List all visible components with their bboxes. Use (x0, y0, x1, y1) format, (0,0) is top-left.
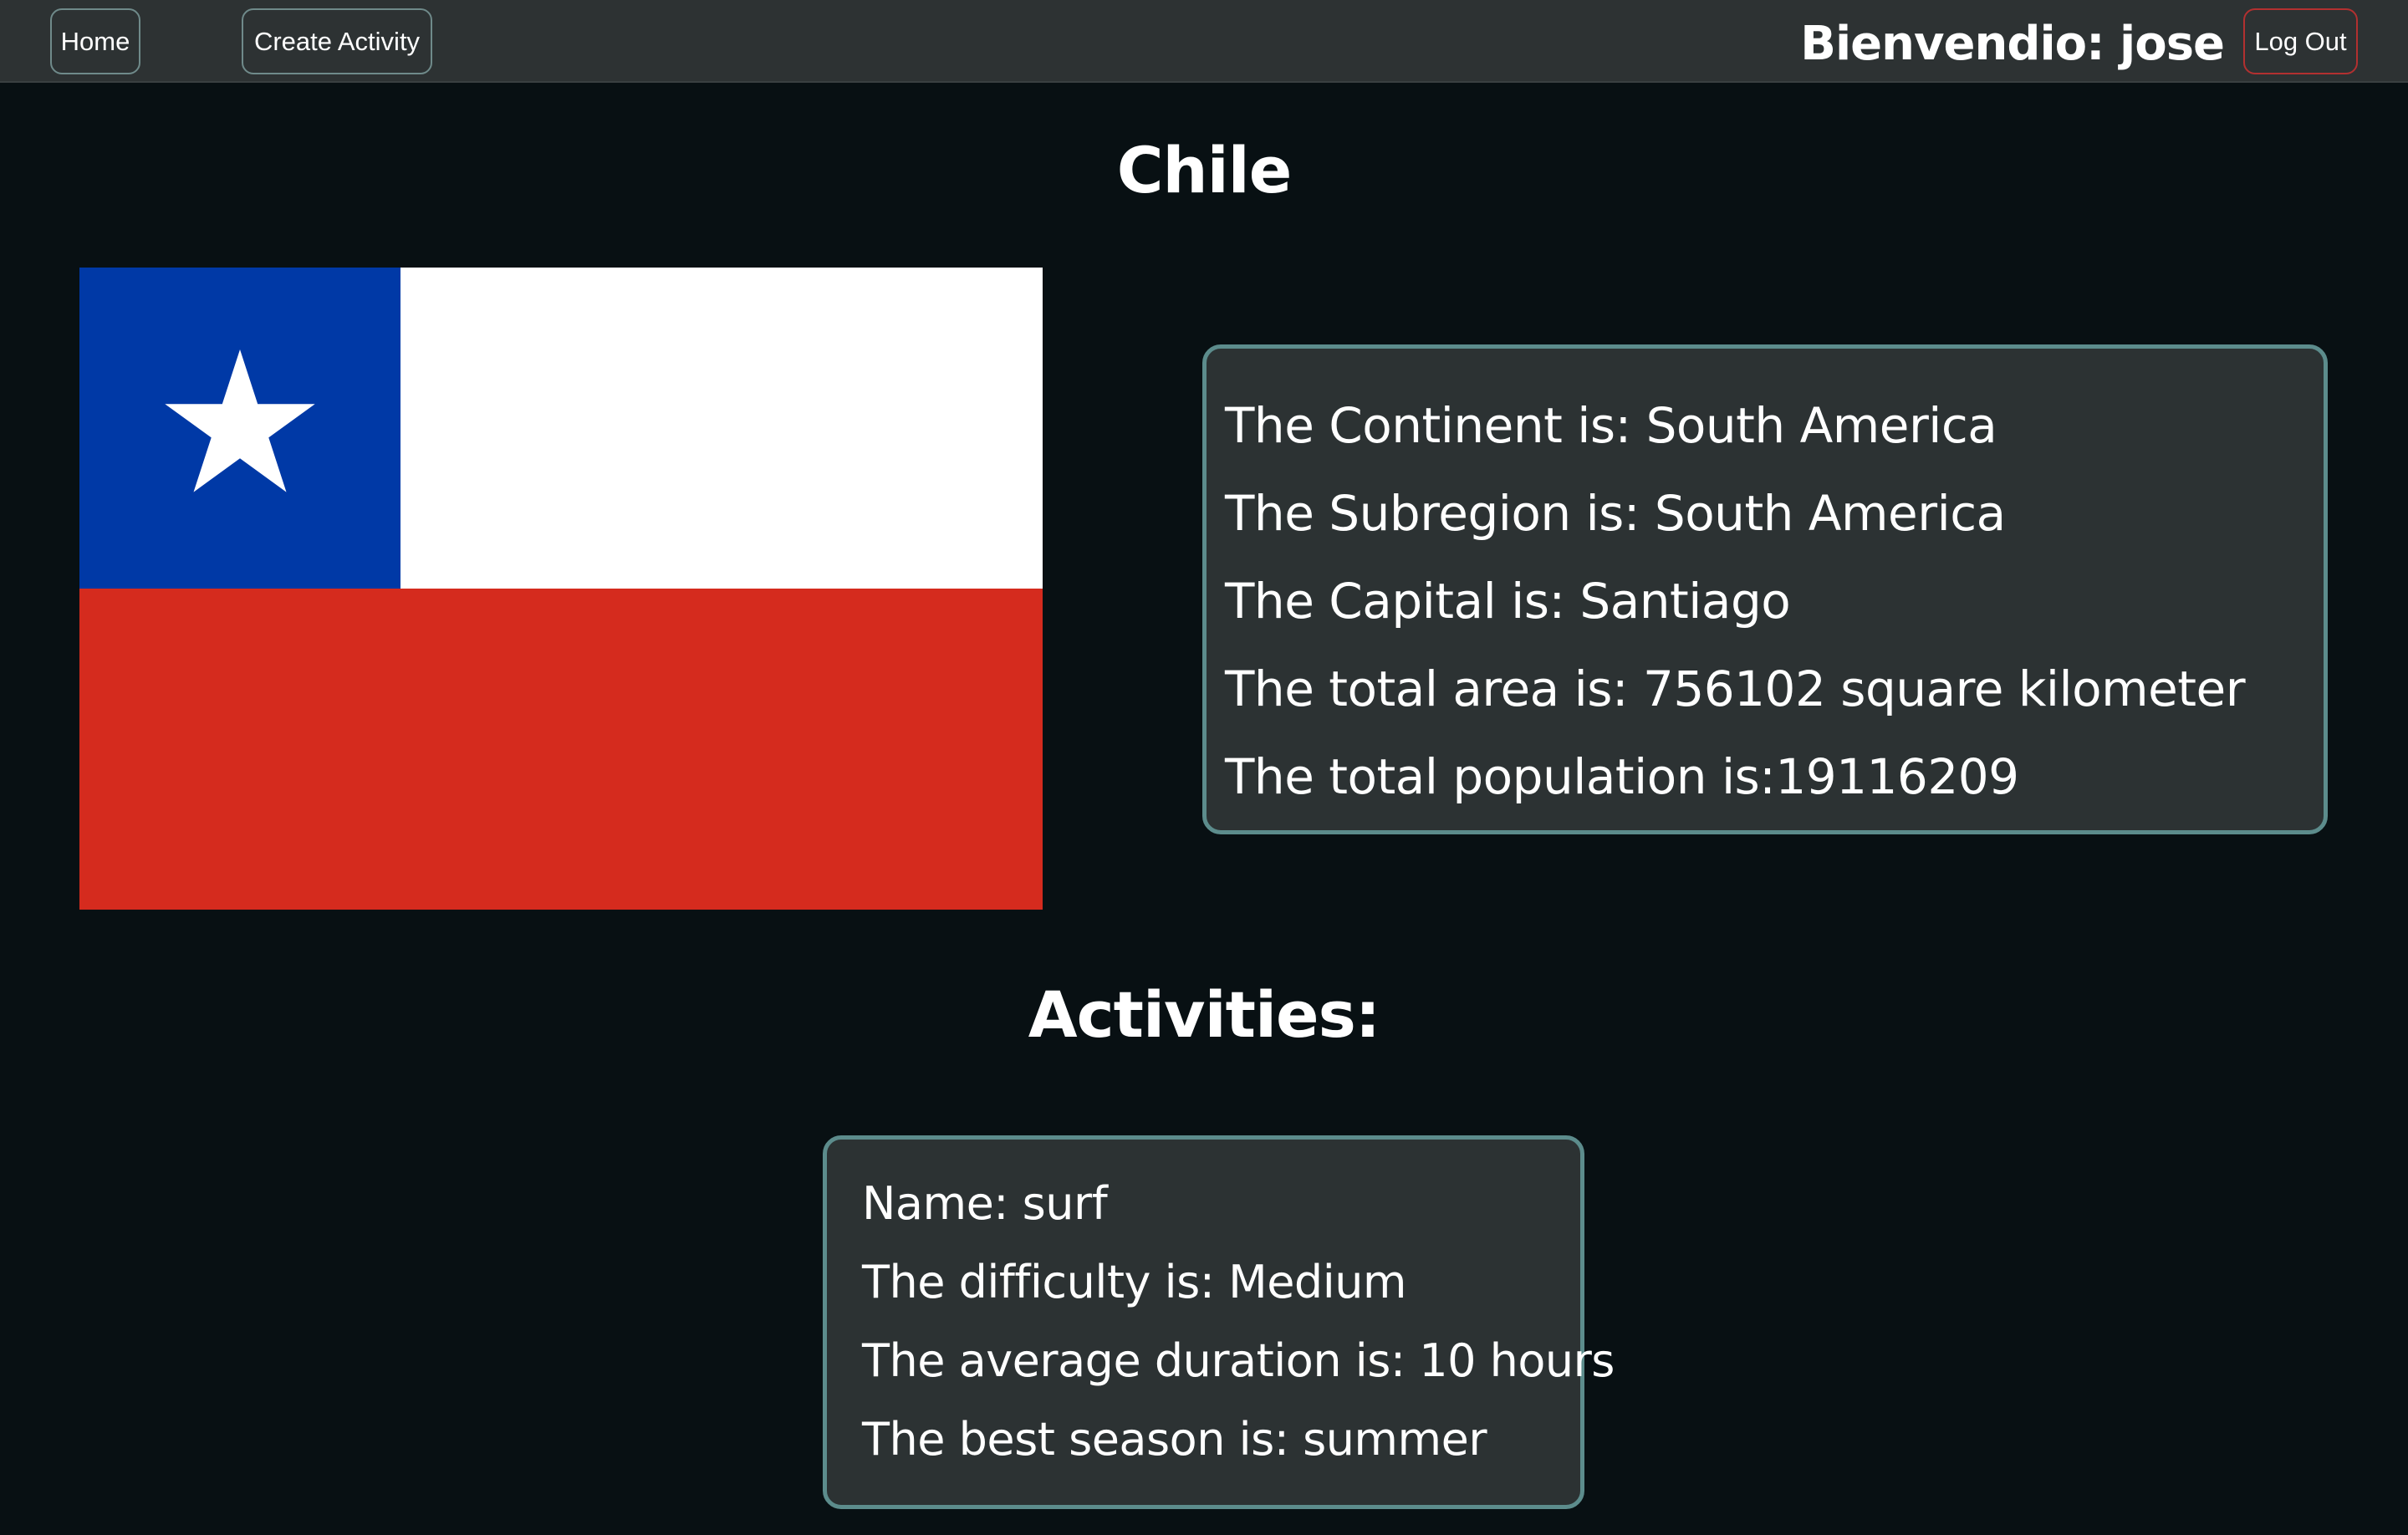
home-button[interactable]: Home (50, 8, 140, 74)
country-info-card: The Continent is: South America The Subr… (1202, 344, 2328, 834)
activity-difficulty: The difficulty is: Medium (862, 1256, 1407, 1308)
continent-info: The Continent is: South America (1225, 397, 1997, 454)
population-info: The total population is:19116209 (1225, 748, 2019, 805)
top-navbar: Home Create Activity Bienvendio: jose Lo… (0, 0, 2408, 83)
chile-flag (79, 268, 1043, 910)
activity-season: The best season is: summer (862, 1413, 1487, 1466)
area-info: The total area is: 756102 square kilomet… (1225, 660, 2246, 717)
welcome-text: Bienvendio: jose (1800, 16, 2225, 71)
flag-red-band (79, 589, 1043, 910)
activity-duration: The average duration is: 10 hours (862, 1334, 1615, 1387)
activities-heading: Activities: (1028, 977, 1380, 1052)
capital-info: The Capital is: Santiago (1225, 573, 1791, 630)
logout-button[interactable]: Log Out (2243, 8, 2358, 74)
activity-card: Name: surf The difficulty is: Medium The… (823, 1135, 1615, 1509)
country-title: Chile (1116, 133, 1293, 207)
activity-name: Name: surf (862, 1177, 1108, 1230)
create-activity-button[interactable]: Create Activity (242, 8, 432, 74)
subregion-info: The Subregion is: South America (1225, 485, 2006, 542)
